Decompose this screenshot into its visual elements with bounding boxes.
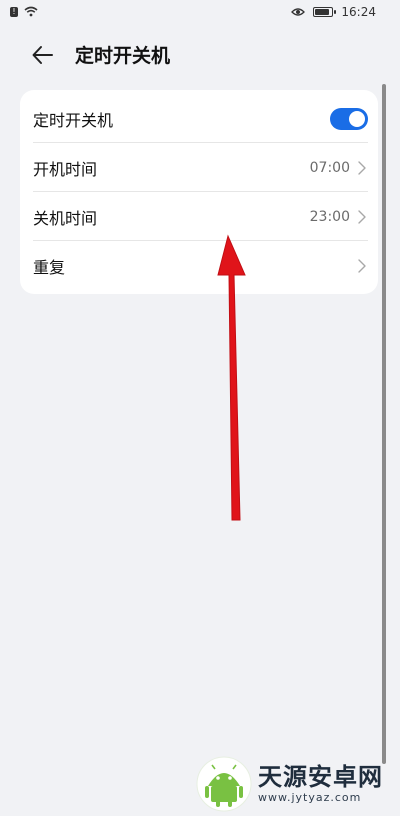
chevron-right-icon xyxy=(358,209,366,224)
arrow-left-icon xyxy=(32,46,53,64)
power-off-time-value: 23:00 xyxy=(309,208,350,225)
wifi-icon xyxy=(24,6,38,17)
battery-icon xyxy=(313,7,337,17)
row-label: 关机时间 xyxy=(33,208,98,228)
back-button[interactable] xyxy=(28,40,60,70)
status-left: ! xyxy=(10,6,38,17)
row-scheduled-power: 定时开关机 xyxy=(20,94,378,143)
android-logo-icon xyxy=(196,756,252,812)
watermark: 天源安卓网 www.jytyaz.com xyxy=(196,756,396,812)
row-label: 重复 xyxy=(33,257,66,277)
chevron-right-icon xyxy=(358,160,366,175)
scrollbar[interactable] xyxy=(382,84,386,764)
watermark-url: www.jytyaz.com xyxy=(258,791,362,804)
toggle-knob xyxy=(349,110,365,127)
eye-icon xyxy=(291,8,306,16)
settings-card: 定时开关机 开机时间 07:00 关机时间 23:00 重复 xyxy=(20,90,378,294)
power-on-time-value: 07:00 xyxy=(309,159,350,176)
row-power-on-time[interactable]: 开机时间 07:00 xyxy=(20,143,378,192)
row-label: 开机时间 xyxy=(33,159,98,179)
status-right: 16:24 xyxy=(291,5,376,19)
alert-icon: ! xyxy=(10,6,18,17)
status-time: 16:24 xyxy=(341,5,376,19)
row-repeat[interactable]: 重复 xyxy=(20,241,378,290)
row-label: 定时开关机 xyxy=(33,110,114,130)
title-bar: 定时开关机 xyxy=(0,30,400,80)
page-title: 定时开关机 xyxy=(75,45,171,67)
watermark-title: 天源安卓网 xyxy=(258,763,383,791)
scheduled-power-toggle[interactable] xyxy=(330,107,368,130)
row-power-off-time[interactable]: 关机时间 23:00 xyxy=(20,192,378,241)
chevron-right-icon xyxy=(358,258,366,273)
watermark-text: 天源安卓网 www.jytyaz.com xyxy=(258,763,383,805)
status-bar: ! 16:24 xyxy=(0,0,400,26)
